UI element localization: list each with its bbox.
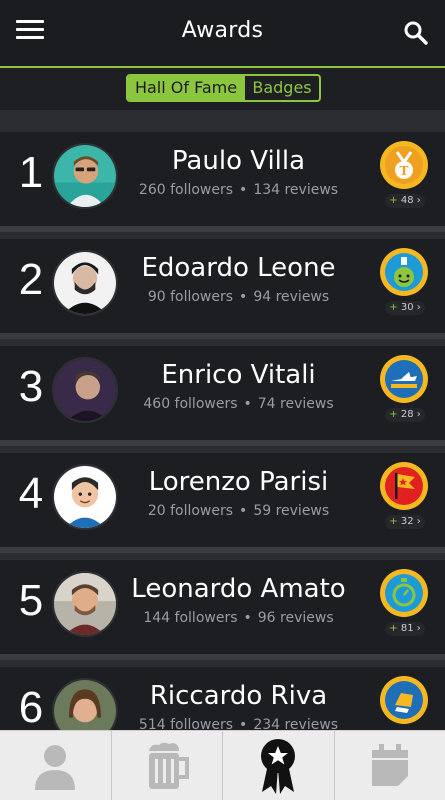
segment-bar: Hall Of Fame Badges <box>0 68 445 110</box>
award-ribbon-icon <box>261 739 296 794</box>
reviews-count: 74 reviews <box>257 396 334 412</box>
leaderboard-row[interactable]: 2 Edoardo Leone 90 followers • 94 reviews … <box>0 239 445 339</box>
rank-number: 6 <box>18 683 44 730</box>
bottom-tab-bar <box>0 730 445 800</box>
followers-count: 260 followers <box>138 182 234 198</box>
rank-number: 2 <box>18 255 44 304</box>
avatar <box>52 678 118 730</box>
user-stats: 260 followers • 134 reviews <box>120 182 357 198</box>
reviews-count: 94 reviews <box>253 289 330 305</box>
beer-mug-icon <box>148 742 189 789</box>
followers-count: 90 followers <box>147 289 234 305</box>
separator-dot: • <box>239 289 248 305</box>
user-stats: 90 followers • 94 reviews <box>120 289 357 305</box>
user-name: Lorenzo Parisi <box>148 467 329 497</box>
stopwatch-badge-icon[interactable] <box>379 568 429 618</box>
user-stats: 144 followers • 96 reviews <box>120 610 357 626</box>
separator-dot: • <box>239 182 248 198</box>
rank-number: 4 <box>18 469 44 518</box>
badge-count-pill: + 48 › <box>385 194 425 208</box>
reviews-count: 96 reviews <box>257 610 334 626</box>
separator-dot: • <box>239 717 248 730</box>
avatar <box>52 571 118 637</box>
badge-count-pill: + 30 › <box>385 301 425 315</box>
reviews-count: 59 reviews <box>253 503 330 519</box>
user-name: Paulo Villa <box>171 146 306 176</box>
page-title: Awards <box>181 18 264 43</box>
user-stats: 460 followers • 74 reviews <box>120 396 357 412</box>
tab-calendar[interactable] <box>335 731 445 800</box>
separator-dot: • <box>243 396 252 412</box>
gold-medal-badge-icon[interactable]: T <box>379 140 429 190</box>
user-name: Riccardo Riva <box>149 681 328 711</box>
tab-profile[interactable] <box>0 731 112 800</box>
avatar <box>52 357 118 423</box>
leaderboard-row[interactable]: 1 Paulo Villa 260 followers • 134 reviews … <box>0 132 445 232</box>
user-name: Leonardo Amato <box>131 574 346 604</box>
reviews-count: 134 reviews <box>253 182 339 198</box>
leaderboard-row[interactable]: 6 Riccardo Riva 514 followers • 234 review… <box>0 667 445 730</box>
tab-beers[interactable] <box>112 731 223 800</box>
leaderboard-row[interactable]: 5 Leonardo Amato 144 followers • 96 review… <box>0 560 445 660</box>
svg-text:T: T <box>400 164 409 178</box>
avatar <box>52 250 118 316</box>
badge-count-pill: + 28 › <box>385 408 425 422</box>
tab-awards[interactable] <box>223 731 335 800</box>
calendar-icon <box>371 744 408 786</box>
badge-count-pill: + 32 › <box>385 515 425 529</box>
badge-count-pill: + 81 › <box>385 622 425 636</box>
leaderboard-list[interactable]: 1 Paulo Villa 260 followers • 134 reviews … <box>0 110 445 730</box>
rank-number: 5 <box>18 576 44 625</box>
app-header: Awards <box>0 0 445 66</box>
search-icon[interactable] <box>401 18 431 48</box>
flag-badge-icon[interactable] <box>379 461 429 511</box>
plane-badge-icon[interactable] <box>379 354 429 404</box>
user-stats: 20 followers • 59 reviews <box>120 503 357 519</box>
view-toggle: Hall Of Fame Badges <box>126 74 321 102</box>
rank-number: 1 <box>18 148 44 197</box>
user-stats: 514 followers • 234 reviews <box>120 717 357 730</box>
rank-number: 3 <box>18 362 44 411</box>
followers-count: 20 followers <box>147 503 234 519</box>
separator-dot: • <box>239 503 248 519</box>
tab-hall-of-fame[interactable]: Hall Of Fame <box>128 76 244 100</box>
leaderboard-row[interactable]: 3 Enrico Vitali 460 followers • 74 reviews… <box>0 346 445 446</box>
avatar <box>52 143 118 209</box>
followers-count: 460 followers <box>143 396 238 412</box>
potion-badge-icon[interactable] <box>379 247 429 297</box>
leaderboard-row[interactable]: 4 Lorenzo Parisi 20 followers • 59 reviews… <box>0 453 445 553</box>
followers-count: 144 followers <box>143 610 238 626</box>
hand-badge-icon[interactable] <box>379 675 429 725</box>
person-icon <box>35 745 76 790</box>
user-name: Edoardo Leone <box>141 253 336 283</box>
separator-dot: • <box>243 610 252 626</box>
tab-badges[interactable]: Badges <box>244 76 319 100</box>
user-name: Enrico Vitali <box>161 360 316 390</box>
reviews-count: 234 reviews <box>253 717 339 730</box>
followers-count: 514 followers <box>138 717 234 730</box>
avatar <box>52 464 118 530</box>
